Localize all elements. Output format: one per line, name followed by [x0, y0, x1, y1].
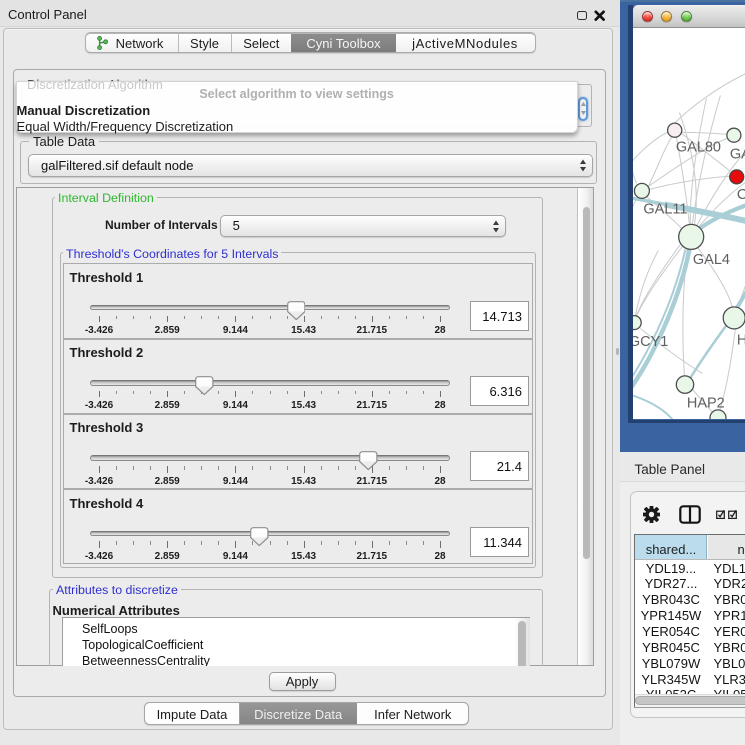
- svg-text:GA: GA: [729, 146, 744, 162]
- svg-text:GAL4: GAL4: [692, 251, 729, 267]
- svg-text:H: H: [736, 332, 744, 348]
- svg-text:GAL80: GAL80: [675, 139, 720, 155]
- svg-text:GCY1: GCY1: [633, 333, 668, 349]
- svg-text:GAL11: GAL11: [643, 201, 687, 217]
- svg-text:HAP2: HAP2: [686, 395, 724, 411]
- svg-text:C: C: [736, 186, 744, 202]
